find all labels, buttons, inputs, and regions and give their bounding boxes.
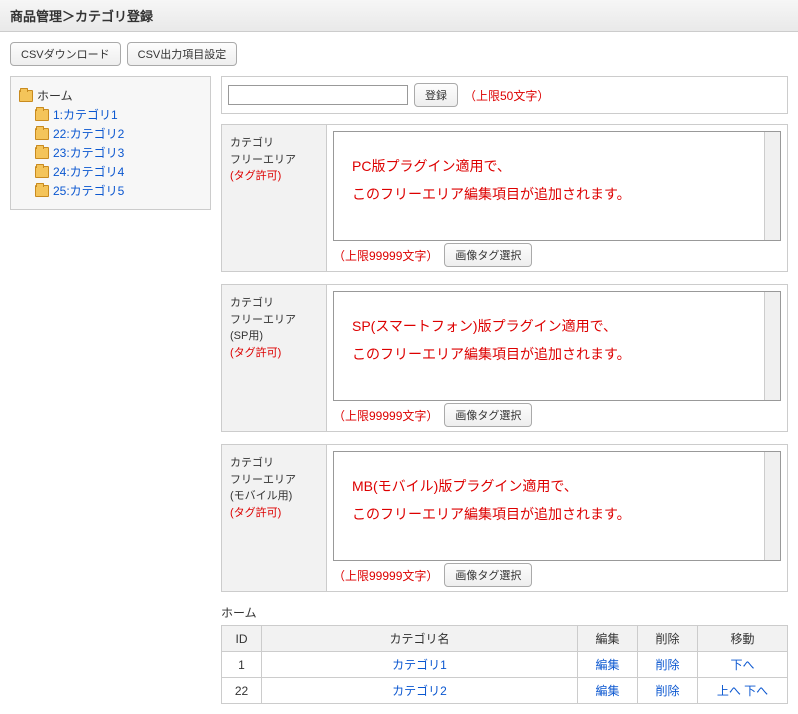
tree-item[interactable]: 22:カテゴリ2 <box>35 125 202 142</box>
cell-move: 上へ 下へ <box>698 678 788 704</box>
cell-delete: 削除 <box>638 652 698 678</box>
freearea-footer: （上限99999文字） 画像タグ選択 <box>333 403 781 427</box>
cell-id: 1 <box>222 652 262 678</box>
main-panel: 登録 （上限50文字） カテゴリフリーエリア(タグ許可)PC版プラグイン適用で、… <box>221 76 788 704</box>
freearea-body: MB(モバイル)版プラグイン適用で、このフリーエリア編集項目が追加されます。 （上… <box>327 445 787 591</box>
freearea-limit-note: （上限99999文字） <box>333 567 438 584</box>
freearea-overlay-note: PC版プラグイン適用で、このフリーエリア編集項目が追加されます。 <box>352 152 762 208</box>
tree-item[interactable]: 23:カテゴリ3 <box>35 144 202 161</box>
freearea-label: カテゴリフリーエリア(タグ許可) <box>222 125 327 271</box>
cell-id: 22 <box>222 678 262 704</box>
tree-item[interactable]: 25:カテゴリ5 <box>35 182 202 199</box>
cell-move: 下へ <box>698 652 788 678</box>
delete-link[interactable]: 削除 <box>655 658 679 672</box>
tree-item[interactable]: 24:カテゴリ4 <box>35 163 202 180</box>
tree-item-label: 1:カテゴリ1 <box>53 106 118 123</box>
freearea-label: カテゴリフリーエリア(モバイル用)(タグ許可) <box>222 445 327 591</box>
freearea-label: カテゴリフリーエリア(SP用)(タグ許可) <box>222 285 327 431</box>
tree-item-label: 24:カテゴリ4 <box>53 163 124 180</box>
th-move: 移動 <box>698 626 788 652</box>
th-name: カテゴリ名 <box>262 626 578 652</box>
register-row: 登録 （上限50文字） <box>221 76 788 114</box>
freearea-footer: （上限99999文字） 画像タグ選択 <box>333 563 781 587</box>
register-limit-note: （上限50文字） <box>464 87 549 104</box>
freearea-limit-note: （上限99999文字） <box>333 247 438 264</box>
edit-link[interactable]: 編集 <box>595 684 619 698</box>
freearea-body: PC版プラグイン適用で、このフリーエリア編集項目が追加されます。 （上限99999… <box>327 125 787 271</box>
edit-link[interactable]: 編集 <box>595 658 619 672</box>
category-name-link[interactable]: カテゴリ2 <box>392 684 447 698</box>
th-edit: 編集 <box>578 626 638 652</box>
folder-icon <box>35 147 49 159</box>
cell-edit: 編集 <box>578 652 638 678</box>
category-tree: ホーム 1:カテゴリ1 22:カテゴリ2 23:カテゴリ3 24:カテゴリ4 25:カテ… <box>10 76 211 210</box>
freearea-block: カテゴリフリーエリア(SP用)(タグ許可) SP(スマートフォン)版プラグイン適用… <box>221 284 788 432</box>
freearea-block: カテゴリフリーエリア(タグ許可)PC版プラグイン適用で、このフリーエリア編集項目… <box>221 124 788 272</box>
tree-item[interactable]: 1:カテゴリ1 <box>35 106 202 123</box>
scrollbar[interactable] <box>764 292 780 400</box>
tree-root-label: ホーム <box>37 87 73 104</box>
cell-edit: 編集 <box>578 678 638 704</box>
csv-field-setting-button[interactable]: CSV出力項目設定 <box>127 42 238 66</box>
tree-root[interactable]: ホーム <box>19 87 202 104</box>
category-name-input[interactable] <box>228 85 408 105</box>
register-button[interactable]: 登録 <box>414 83 458 107</box>
freearea-body: SP(スマートフォン)版プラグイン適用で、このフリーエリア編集項目が追加されます… <box>327 285 787 431</box>
tree-item-label: 22:カテゴリ2 <box>53 125 124 142</box>
page-title: 商品管理＞カテゴリ登録 <box>0 0 798 32</box>
th-delete: 削除 <box>638 626 698 652</box>
image-tag-select-button[interactable]: 画像タグ選択 <box>444 403 532 427</box>
folder-icon <box>35 185 49 197</box>
delete-link[interactable]: 削除 <box>655 684 679 698</box>
move-down-link[interactable]: 下へ <box>744 684 768 698</box>
table-row: 1 カテゴリ1 編集 削除 下へ <box>222 652 788 678</box>
scrollbar[interactable] <box>764 132 780 240</box>
freearea-textarea[interactable]: MB(モバイル)版プラグイン適用で、このフリーエリア編集項目が追加されます。 <box>333 451 781 561</box>
freearea-overlay-note: MB(モバイル)版プラグイン適用で、このフリーエリア編集項目が追加されます。 <box>352 472 762 528</box>
tree-item-label: 23:カテゴリ3 <box>53 144 124 161</box>
toolbar: CSVダウンロード CSV出力項目設定 <box>0 32 798 76</box>
folder-icon <box>35 109 49 121</box>
folder-icon <box>19 90 33 102</box>
freearea-textarea[interactable]: SP(スマートフォン)版プラグイン適用で、このフリーエリア編集項目が追加されます… <box>333 291 781 401</box>
freearea-overlay-note: SP(スマートフォン)版プラグイン適用で、このフリーエリア編集項目が追加されます… <box>352 312 762 368</box>
freearea-limit-note: （上限99999文字） <box>333 407 438 424</box>
scrollbar[interactable] <box>764 452 780 560</box>
cell-name: カテゴリ2 <box>262 678 578 704</box>
th-id: ID <box>222 626 262 652</box>
image-tag-select-button[interactable]: 画像タグ選択 <box>444 563 532 587</box>
category-section-title: ホーム <box>221 604 788 621</box>
move-up-link[interactable]: 上へ <box>717 684 741 698</box>
cell-delete: 削除 <box>638 678 698 704</box>
image-tag-select-button[interactable]: 画像タグ選択 <box>444 243 532 267</box>
move-down-link[interactable]: 下へ <box>730 658 754 672</box>
tree-item-label: 25:カテゴリ5 <box>53 182 124 199</box>
category-name-link[interactable]: カテゴリ1 <box>392 658 447 672</box>
freearea-textarea[interactable]: PC版プラグイン適用で、このフリーエリア編集項目が追加されます。 <box>333 131 781 241</box>
freearea-footer: （上限99999文字） 画像タグ選択 <box>333 243 781 267</box>
cell-name: カテゴリ1 <box>262 652 578 678</box>
category-table: ID カテゴリ名 編集 削除 移動 1カテゴリ1編集削除下へ22カテゴリ2編集削… <box>221 625 788 704</box>
table-row: 22 カテゴリ2 編集 削除 上へ 下へ <box>222 678 788 704</box>
folder-icon <box>35 166 49 178</box>
freearea-block: カテゴリフリーエリア(モバイル用)(タグ許可)MB(モバイル)版プラグイン適用で… <box>221 444 788 592</box>
csv-download-button[interactable]: CSVダウンロード <box>10 42 121 66</box>
folder-icon <box>35 128 49 140</box>
